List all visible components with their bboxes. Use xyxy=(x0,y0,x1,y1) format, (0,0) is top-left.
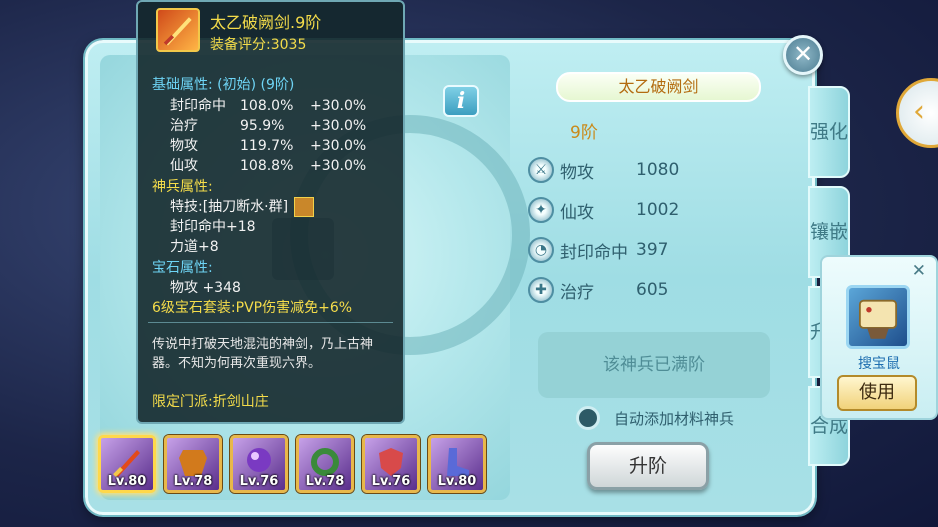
attr-name: 封印命中 xyxy=(170,98,226,114)
tooltip-description: 传说中打破天地混沌的神剑，乃上古神器。不知为何再次重现六界。 xyxy=(152,337,374,371)
tab-label: 镶嵌 xyxy=(810,221,849,243)
faction-restriction: 限定门派:折剑山庄 xyxy=(152,394,269,410)
info-button[interactable]: i xyxy=(443,85,479,117)
item-tooltip: 太乙破阙剑.9阶 装备评分:3035 基础属性: (初始) (9阶) 封印命中 1… xyxy=(136,0,405,424)
equipment-slot[interactable]: Lv.80 xyxy=(98,435,156,493)
chevron-left-icon[interactable]: ‹ xyxy=(896,78,938,148)
base-attr-row: 物攻 119.7% +30.0% xyxy=(170,135,366,155)
stat-value: 397 xyxy=(636,240,669,260)
magic-icon: ✦ xyxy=(528,197,554,223)
attr-tier: +30.0% xyxy=(310,138,367,154)
upgrade-button[interactable]: 升阶 xyxy=(587,442,709,490)
stat-label: 封印命中 xyxy=(560,242,628,263)
auto-add-label: 自动添加材料神兵 xyxy=(614,409,735,428)
attr-tier: +30.0% xyxy=(310,98,367,114)
tab-enhance[interactable]: 强化 xyxy=(808,86,850,178)
base-attr-row: 仙攻 108.8% +30.0% xyxy=(170,155,366,175)
tab-label: 强化 xyxy=(810,121,849,143)
stat-row-magic: ✦ 仙攻 1002 xyxy=(528,196,679,224)
weapon-tier: 9阶 xyxy=(570,123,598,143)
gem-attr-header: 宝石属性: xyxy=(152,260,213,276)
gem-attr-row: 物攻 +348 xyxy=(170,280,241,296)
close-icon[interactable]: ✕ xyxy=(912,261,926,281)
stat-row-heal: ✚ 治疗 605 xyxy=(528,276,668,304)
divider xyxy=(148,322,393,323)
attr-initial: 108.8% xyxy=(240,158,294,174)
item-name: 搜宝鼠 xyxy=(858,356,900,372)
attr-name: 治疗 xyxy=(170,118,198,134)
stat-value: 1002 xyxy=(636,200,680,220)
divine-attr-header: 神兵属性: xyxy=(152,179,213,195)
tooltip-title: 太乙破阙剑.9阶 xyxy=(210,13,322,32)
attr-name: 仙攻 xyxy=(170,158,198,174)
tooltip-score: 装备评分:3035 xyxy=(210,37,307,53)
divine-attr-row: 封印命中+18 xyxy=(170,219,256,235)
divine-skill-row: 特技:[抽刀断水·群] xyxy=(170,196,315,217)
heal-icon: ✚ xyxy=(528,277,554,303)
base-attr-header: 基础属性: (初始) (9阶) xyxy=(152,77,295,93)
equipment-slot[interactable]: Lv.76 xyxy=(362,435,420,493)
item-quick-use-popup: ✕ 搜宝鼠 使用 xyxy=(820,255,938,420)
slot-level: Lv.80 xyxy=(107,474,147,489)
seal-icon: ◔ xyxy=(528,237,554,263)
attr-initial: 119.7% xyxy=(240,138,294,154)
max-tier-notice: 该神兵已满阶 xyxy=(538,332,770,398)
stat-value: 1080 xyxy=(636,160,680,180)
sword-icon xyxy=(156,8,200,52)
treasure-rat-item-icon[interactable] xyxy=(846,285,910,349)
equipment-slot[interactable]: Lv.78 xyxy=(296,435,354,493)
attr-initial: 108.0% xyxy=(240,98,294,114)
slot-level: Lv.78 xyxy=(305,474,345,489)
radio-button[interactable] xyxy=(576,406,600,430)
divine-attr-row: 力道+8 xyxy=(170,239,219,255)
skill-text: 特技:[抽刀断水·群] xyxy=(170,199,289,215)
stat-value: 605 xyxy=(636,280,669,300)
use-button[interactable]: 使用 xyxy=(837,375,917,411)
equipment-slot[interactable]: Lv.76 xyxy=(230,435,288,493)
equipment-slot[interactable]: Lv.80 xyxy=(428,435,486,493)
slot-level: Lv.80 xyxy=(437,474,477,489)
weapon-name-plate: 太乙破阙剑 xyxy=(556,72,761,102)
equipment-slot-bar: Lv.80 Lv.78 Lv.76 Lv.78 Lv.76 Lv.80 xyxy=(98,435,486,493)
attr-name: 物攻 xyxy=(170,138,198,154)
gem-set-bonus: 6级宝石套装:PVP伤害减免+6% xyxy=(152,300,353,316)
attr-tier: +30.0% xyxy=(310,158,367,174)
base-attr-row: 封印命中 108.0% +30.0% xyxy=(170,95,366,115)
attr-tier: +30.0% xyxy=(310,118,367,134)
stat-label: 仙攻 xyxy=(560,202,594,223)
stat-label: 治疗 xyxy=(560,282,594,303)
skill-icon xyxy=(294,197,315,217)
slot-level: Lv.76 xyxy=(239,474,279,489)
stat-label: 物攻 xyxy=(560,162,594,183)
base-attr-row: 治疗 95.9% +30.0% xyxy=(170,115,366,135)
stat-row-seal: ◔ 封印命中 397 xyxy=(528,236,668,264)
slot-level: Lv.78 xyxy=(173,474,213,489)
equipment-slot[interactable]: Lv.78 xyxy=(164,435,222,493)
attr-initial: 95.9% xyxy=(240,118,285,134)
slot-level: Lv.76 xyxy=(371,474,411,489)
auto-add-toggle[interactable]: 自动添加材料神兵 xyxy=(576,406,734,430)
stat-row-physical: ⚔ 物攻 1080 xyxy=(528,156,679,184)
close-button[interactable]: ✕ xyxy=(783,35,823,75)
sword-icon: ⚔ xyxy=(528,157,554,183)
